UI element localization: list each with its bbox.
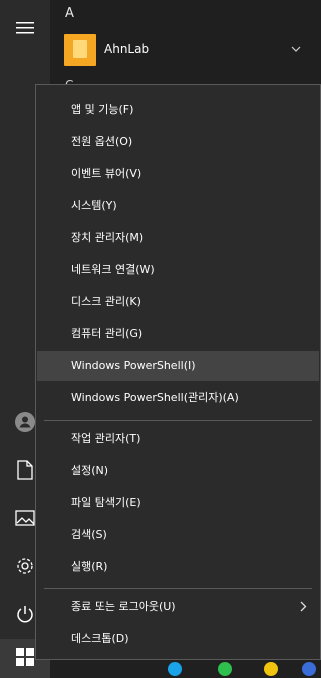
menu-item-computer-management[interactable]: 컴퓨터 관리(G) [37,319,319,349]
winx-context-menu: 앱 및 기능(F) 전원 옵션(O) 이벤트 뷰어(V) 시스템(Y) 장치 관… [35,84,321,660]
menu-item-power-options[interactable]: 전원 옵션(O) [37,127,319,157]
menu-item-powershell-admin[interactable]: Windows PowerShell(관리자)(A) [37,383,319,413]
document-icon[interactable] [13,458,37,482]
menu-item-event-viewer[interactable]: 이벤트 뷰어(V) [37,159,319,189]
menu-item-shutdown-signout[interactable]: 종료 또는 로그아웃(U) [37,592,319,622]
taskbar [50,660,321,678]
chevron-right-icon [300,592,307,622]
menu-item-system[interactable]: 시스템(Y) [37,191,319,221]
menu-item-disk-management[interactable]: 디스크 관리(K) [37,287,319,317]
taskbar-app-icon[interactable] [218,662,232,676]
app-group-header-a[interactable]: A [65,6,74,21]
ahnlab-folder-icon [64,34,96,66]
app-name: AhnLab [104,42,150,56]
hamburger-icon[interactable] [13,16,37,40]
menu-item-file-explorer[interactable]: 파일 탐색기(E) [37,488,319,518]
taskbar-app-icon[interactable] [168,662,182,676]
windows-logo-icon [16,647,34,670]
menu-item-search[interactable]: 검색(S) [37,520,319,550]
menu-item-task-manager[interactable]: 작업 관리자(T) [37,424,319,454]
menu-item-run[interactable]: 실행(R) [37,552,319,582]
power-icon[interactable] [13,602,37,626]
user-icon[interactable] [13,410,37,434]
menu-item-network-connections[interactable]: 네트워크 연결(W) [37,255,319,285]
menu-separator [44,588,312,589]
menu-separator [44,420,312,421]
taskbar-app-icon[interactable] [302,662,316,676]
menu-item-apps-features[interactable]: 앱 및 기능(F) [37,95,319,125]
app-item-ahnlab[interactable]: AhnLab [50,30,321,68]
menu-item-device-manager[interactable]: 장치 관리자(M) [37,223,319,253]
taskbar-app-icon[interactable] [264,662,278,676]
menu-item-powershell[interactable]: Windows PowerShell(I) [37,351,319,381]
pictures-icon[interactable] [13,506,37,530]
menu-item-settings[interactable]: 설정(N) [37,456,319,486]
chevron-down-icon[interactable] [291,42,301,55]
menu-item-label: 종료 또는 로그아웃(U) [71,600,176,613]
gear-icon[interactable] [13,554,37,578]
menu-item-desktop[interactable]: 데스크톱(D) [37,624,319,654]
